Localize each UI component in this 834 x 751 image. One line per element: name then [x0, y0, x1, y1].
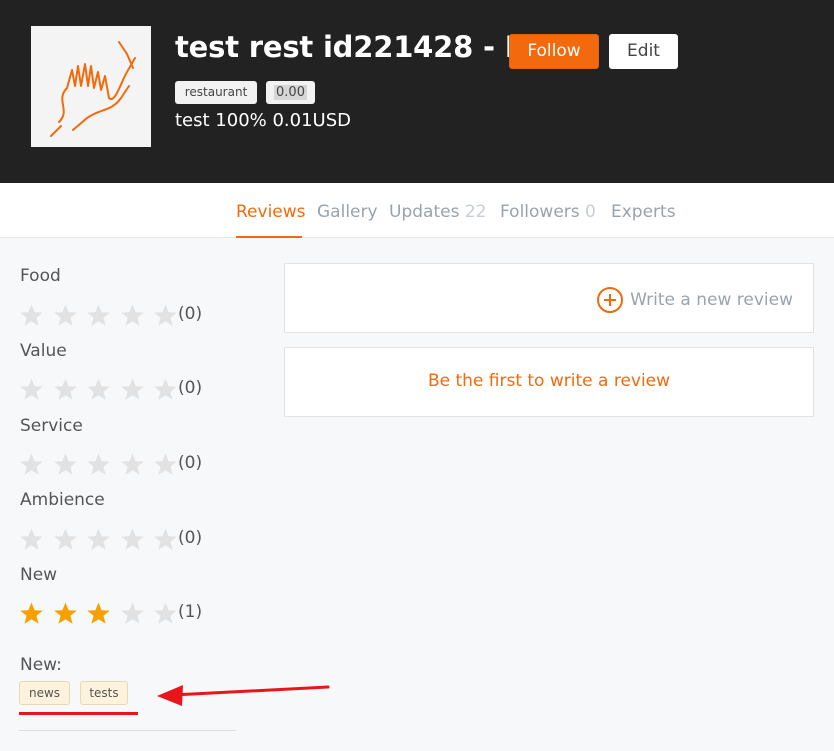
restaurant-logo — [31, 26, 151, 147]
divider — [19, 730, 236, 731]
annotation-underline — [19, 712, 138, 715]
tag-chip-tests[interactable]: tests — [80, 681, 128, 705]
stars-service[interactable] — [19, 451, 187, 477]
star-empty-icon[interactable] — [86, 527, 111, 552]
plus-circle-icon — [597, 287, 624, 313]
star-empty-icon[interactable] — [53, 377, 78, 402]
red-arrow-annotation-icon — [157, 685, 330, 706]
active-tab-indicator — [236, 236, 302, 238]
write-review-label: Write a new review — [630, 290, 793, 310]
edit-button[interactable]: Edit — [609, 34, 678, 69]
first-review-link[interactable]: Be the first to write a review — [285, 371, 813, 391]
rating-count-food: (0) — [178, 304, 203, 324]
tab-count: 0 — [585, 202, 596, 222]
star-empty-icon[interactable] — [19, 377, 44, 402]
restaurant-title: test rest id221428 - Di — [175, 30, 539, 64]
rating-count-value: (0) — [178, 378, 203, 398]
star-empty-icon[interactable] — [153, 377, 178, 402]
star-empty-icon[interactable] — [86, 377, 111, 402]
write-review-button[interactable]: Write a new review — [596, 286, 793, 314]
follow-button[interactable]: Follow — [509, 34, 599, 69]
star-empty-icon[interactable] — [120, 303, 145, 328]
star-empty-icon[interactable] — [53, 303, 78, 328]
star-filled-icon[interactable] — [86, 601, 111, 626]
rating-label-value: Value — [20, 341, 67, 361]
stars-ambience[interactable] — [19, 526, 187, 552]
star-empty-icon[interactable] — [120, 601, 145, 626]
tab-label: Gallery — [317, 202, 378, 222]
score-badge: 0.00 — [266, 81, 315, 104]
empty-reviews-card: Be the first to write a review — [284, 347, 814, 417]
rating-label-food: Food — [20, 266, 61, 286]
rating-count-service: (0) — [178, 453, 203, 473]
rating-count-ambience: (0) — [178, 528, 203, 548]
rating-count-new: (1) — [178, 602, 203, 622]
stars-food[interactable] — [19, 302, 187, 328]
stars-new[interactable] — [19, 600, 187, 626]
star-filled-icon[interactable] — [53, 601, 78, 626]
category-tag[interactable]: restaurant — [175, 81, 257, 104]
tab-label: Followers — [500, 202, 580, 222]
star-empty-icon[interactable] — [153, 601, 178, 626]
star-empty-icon[interactable] — [19, 527, 44, 552]
tab-bar: Reviews Gallery Updates 22 Followers 0 E… — [0, 183, 834, 238]
star-empty-icon[interactable] — [86, 303, 111, 328]
tab-label: Experts — [611, 202, 676, 222]
rating-label-new: New — [20, 565, 58, 585]
stars-value[interactable] — [19, 376, 187, 402]
star-empty-icon[interactable] — [153, 452, 178, 477]
star-empty-icon[interactable] — [86, 452, 111, 477]
write-review-card: Write a new review — [284, 263, 814, 333]
tab-gallery[interactable]: Gallery — [317, 202, 378, 222]
star-empty-icon[interactable] — [19, 303, 44, 328]
tab-experts[interactable]: Experts — [611, 202, 676, 222]
rating-label-service: Service — [20, 416, 83, 436]
score-value: 0.00 — [274, 85, 307, 100]
hand-logo-icon — [50, 41, 136, 137]
restaurant-subline: test 100% 0.01USD — [175, 110, 352, 131]
tab-label: Updates — [389, 202, 460, 222]
tags-label: New: — [20, 655, 62, 675]
restaurant-header: test rest id221428 - Di Follow Edit rest… — [0, 0, 834, 183]
star-empty-icon[interactable] — [120, 452, 145, 477]
tab-updates[interactable]: Updates 22 — [389, 202, 486, 222]
star-empty-icon[interactable] — [153, 303, 178, 328]
tab-label: Reviews — [236, 202, 306, 222]
star-filled-icon[interactable] — [19, 601, 44, 626]
star-empty-icon[interactable] — [120, 527, 145, 552]
star-empty-icon[interactable] — [153, 527, 178, 552]
tab-reviews[interactable]: Reviews — [236, 202, 306, 222]
rating-label-ambience: Ambience — [20, 490, 105, 510]
tab-followers[interactable]: Followers 0 — [500, 202, 596, 222]
star-empty-icon[interactable] — [120, 377, 145, 402]
tag-chip-news[interactable]: news — [19, 681, 70, 705]
tab-count: 22 — [464, 202, 487, 222]
star-empty-icon[interactable] — [53, 527, 78, 552]
star-empty-icon[interactable] — [53, 452, 78, 477]
star-empty-icon[interactable] — [19, 452, 44, 477]
